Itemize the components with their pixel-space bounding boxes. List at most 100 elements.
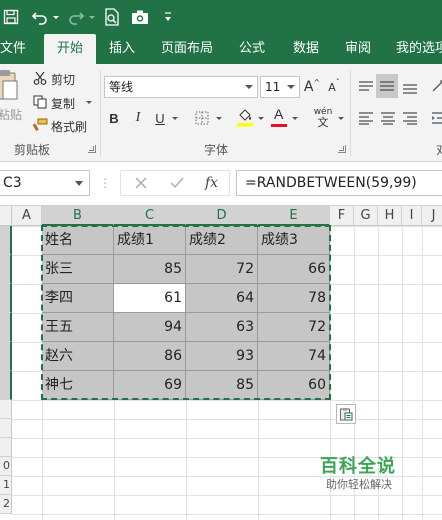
paste-options-button[interactable] — [336, 404, 356, 424]
copy-marquee — [41, 225, 331, 400]
tab-page-layout[interactable]: 页面布局 — [158, 34, 216, 64]
paste-icon[interactable] — [0, 68, 20, 104]
column-header-d[interactable]: D — [186, 206, 258, 226]
font-name-select[interactable]: 等线 — [104, 76, 258, 98]
grow-font-button[interactable]: A ^ — [304, 76, 320, 98]
cut-label[interactable]: 剪切 — [51, 71, 75, 88]
column-header-b[interactable]: B — [42, 206, 114, 226]
clipboard-group-label: 剪贴板 — [14, 143, 51, 157]
copy-icon[interactable] — [32, 94, 48, 110]
format-painter-label[interactable]: 格式刷 — [51, 118, 87, 135]
tab-formulas[interactable]: 公式 — [232, 34, 272, 64]
fill-color-dropdown-icon[interactable] — [258, 117, 264, 120]
tab-my-options[interactable]: 我的选项 — [394, 34, 442, 64]
column-header-e[interactable]: E — [258, 206, 330, 226]
undo-dropdown-icon[interactable] — [52, 7, 60, 27]
column-header-j[interactable]: J — [422, 206, 442, 226]
formula-bar-grip-icon: ⋮ — [99, 176, 111, 190]
paste-label[interactable]: 粘贴 — [0, 106, 22, 123]
formula-input[interactable]: =RANDBETWEEN(59,99) — [236, 170, 442, 196]
insert-function-button[interactable]: fx — [194, 170, 230, 196]
indent-icon[interactable] — [430, 108, 442, 128]
select-all-corner[interactable] — [0, 206, 12, 226]
shrink-font-icon: A — [328, 80, 336, 94]
redo-dropdown-icon[interactable] — [88, 7, 96, 27]
underline-dropdown-icon[interactable] — [172, 117, 178, 120]
redo-icon[interactable] — [66, 7, 86, 27]
font-color-swatch — [271, 123, 287, 127]
ribbon-separator — [100, 70, 101, 156]
undo-icon[interactable] — [30, 7, 50, 27]
row-header[interactable]: 1 — [0, 476, 12, 495]
ribbon-home: 粘贴 剪切 复制 格式刷 剪贴板 等线 11 A ^ Aˇ B I U A wé… — [0, 64, 442, 162]
tab-review[interactable]: 审阅 — [338, 34, 378, 64]
align-bottom-icon[interactable] — [400, 78, 420, 98]
name-box[interactable]: C3 — [0, 170, 90, 196]
copy-dropdown-icon[interactable] — [86, 101, 92, 104]
row-header[interactable] — [0, 419, 12, 438]
copy-label[interactable]: 复制 — [51, 95, 75, 112]
ribbon-tabs: 文件 开始 插入 页面布局 公式 数据 审阅 我的选项 — [0, 34, 442, 64]
format-painter-icon[interactable] — [32, 117, 48, 133]
row-header[interactable] — [0, 284, 12, 313]
row-header[interactable] — [0, 371, 12, 400]
name-box-value: C3 — [3, 175, 22, 191]
align-top-icon[interactable] — [356, 76, 376, 96]
font-group-label: 字体 — [204, 143, 229, 157]
align-left-icon[interactable] — [356, 108, 376, 128]
tab-insert[interactable]: 插入 — [102, 34, 142, 64]
font-size-select[interactable]: 11 — [260, 76, 300, 98]
underline-button[interactable]: U — [152, 108, 168, 128]
tab-file[interactable]: 文件 — [0, 34, 28, 64]
bold-button[interactable]: B — [106, 108, 122, 128]
watermark-logo: 百科全说 — [320, 456, 396, 477]
fill-color-icon[interactable] — [236, 106, 254, 128]
quick-access-toolbar — [0, 0, 442, 34]
tab-data[interactable]: 数据 — [286, 34, 326, 64]
column-header-g[interactable]: G — [354, 206, 378, 226]
align-middle-icon[interactable] — [376, 74, 398, 98]
column-header-h[interactable]: H — [378, 206, 402, 226]
cut-icon[interactable] — [32, 70, 48, 86]
phonetic-dropdown-icon[interactable] — [338, 117, 344, 120]
row-header[interactable] — [0, 255, 12, 284]
row-header[interactable]: 2 — [0, 495, 12, 514]
column-header-c[interactable]: C — [114, 206, 186, 226]
shrink-font-button[interactable]: Aˇ — [326, 76, 342, 98]
row-header[interactable] — [0, 313, 12, 342]
row-header[interactable]: 0 — [0, 457, 12, 476]
alignment-group-label: 对 — [436, 141, 442, 158]
phonetic-button[interactable]: wén 文 — [310, 106, 336, 130]
camera-icon[interactable] — [130, 7, 150, 27]
borders-icon[interactable] — [194, 108, 210, 128]
tab-home[interactable]: 开始 — [44, 34, 96, 64]
row-header[interactable] — [0, 438, 12, 457]
column-header-f[interactable]: F — [330, 206, 354, 226]
align-center-icon[interactable] — [378, 108, 398, 128]
grow-font-icon: A — [303, 79, 314, 95]
font-color-dropdown-icon[interactable] — [292, 117, 298, 120]
check-icon — [170, 177, 184, 189]
row-header[interactable] — [0, 342, 12, 371]
row-header[interactable] — [0, 400, 12, 419]
borders-dropdown-icon[interactable] — [216, 117, 222, 120]
font-name-value: 等线 — [109, 80, 134, 94]
row-header[interactable] — [0, 226, 12, 255]
enter-entry-button[interactable] — [160, 170, 194, 196]
column-header-a[interactable]: A — [12, 206, 42, 226]
chevron-down-icon — [287, 85, 295, 89]
font-color-button[interactable]: A — [270, 106, 288, 128]
italic-button[interactable]: I — [130, 108, 146, 128]
customize-qat-icon[interactable] — [162, 7, 174, 27]
font-launcher-icon[interactable] — [338, 145, 346, 153]
align-right-icon[interactable] — [400, 108, 420, 128]
cancel-entry-button[interactable] — [120, 170, 160, 196]
formula-bar: C3 ⋮ fx =RANDBETWEEN(59,99) — [0, 162, 442, 206]
print-preview-icon[interactable] — [102, 7, 122, 27]
watermark-tagline: 助你轻松解决 — [326, 478, 392, 491]
clipboard-launcher-icon[interactable] — [88, 145, 96, 153]
column-header-i[interactable]: I — [402, 206, 422, 226]
font-size-value: 11 — [265, 80, 281, 94]
orientation-icon[interactable] — [430, 76, 442, 96]
save-icon[interactable] — [2, 7, 20, 27]
